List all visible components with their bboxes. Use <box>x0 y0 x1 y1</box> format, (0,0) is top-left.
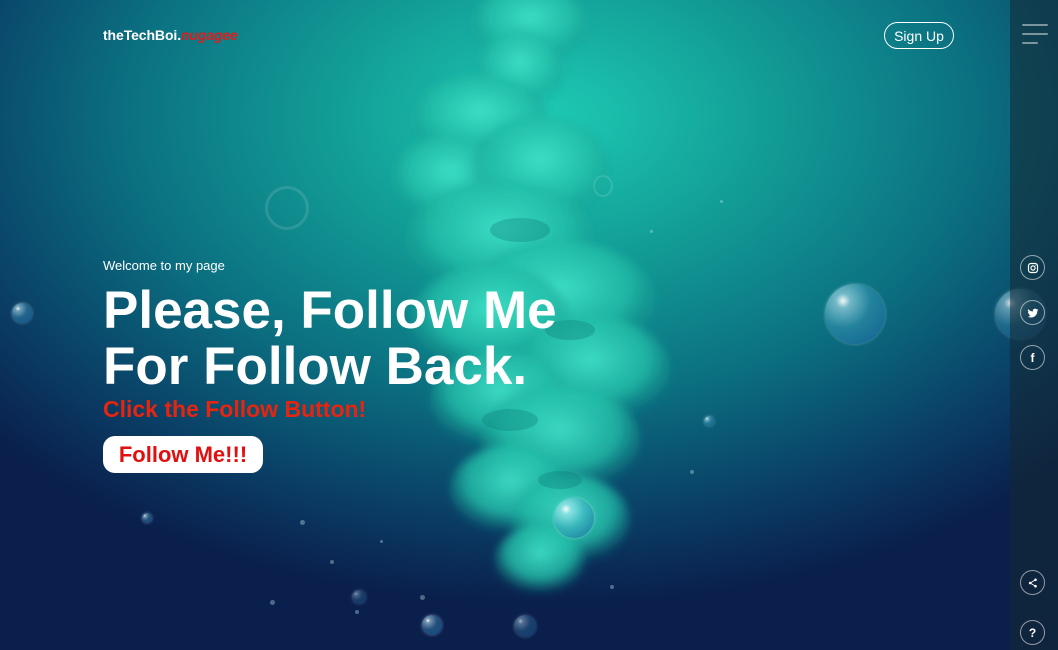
bubble <box>142 513 152 523</box>
bubble <box>12 303 32 323</box>
logo-accent-text: nugagee <box>180 27 238 43</box>
particle <box>355 610 359 614</box>
particle <box>650 230 653 233</box>
twitter-icon[interactable] <box>1020 300 1045 325</box>
headline-line-2: For Follow Back. <box>103 337 528 396</box>
welcome-text: Welcome to my page <box>103 258 225 273</box>
instagram-icon[interactable] <box>1020 255 1045 280</box>
particle <box>380 540 383 543</box>
hamburger-menu-icon[interactable] <box>1022 24 1050 46</box>
headline-line-1: Please, Follow Me <box>103 281 557 340</box>
particle <box>300 520 305 525</box>
bubble-ring <box>593 175 613 197</box>
bubble <box>825 284 885 344</box>
bubble <box>422 615 442 635</box>
bubble <box>704 416 714 426</box>
bubble <box>352 590 366 604</box>
bubble-ring <box>265 186 309 230</box>
bubble <box>514 615 536 637</box>
share-icon[interactable] <box>1020 570 1045 595</box>
particle <box>330 560 334 564</box>
help-icon[interactable]: ? <box>1020 620 1045 645</box>
sign-up-button[interactable]: Sign Up <box>884 22 954 49</box>
particle <box>690 470 694 474</box>
facebook-glyph: f <box>1030 350 1035 365</box>
particle <box>420 595 425 600</box>
page-headline: Please, Follow Me For Follow Back. <box>103 283 663 395</box>
follow-me-button[interactable]: Follow Me!!! <box>103 436 263 473</box>
right-sidebar <box>1010 0 1058 650</box>
help-glyph: ? <box>1028 625 1037 640</box>
particle <box>270 600 275 605</box>
site-logo[interactable]: theTechBoi.nugagee <box>103 27 238 43</box>
call-to-action-text: Click the Follow Button! <box>103 396 367 422</box>
facebook-icon[interactable]: f <box>1020 345 1045 370</box>
particle <box>610 585 614 589</box>
bubble <box>554 498 594 538</box>
particle <box>720 200 723 203</box>
logo-main-text: theTechBoi. <box>103 27 181 43</box>
